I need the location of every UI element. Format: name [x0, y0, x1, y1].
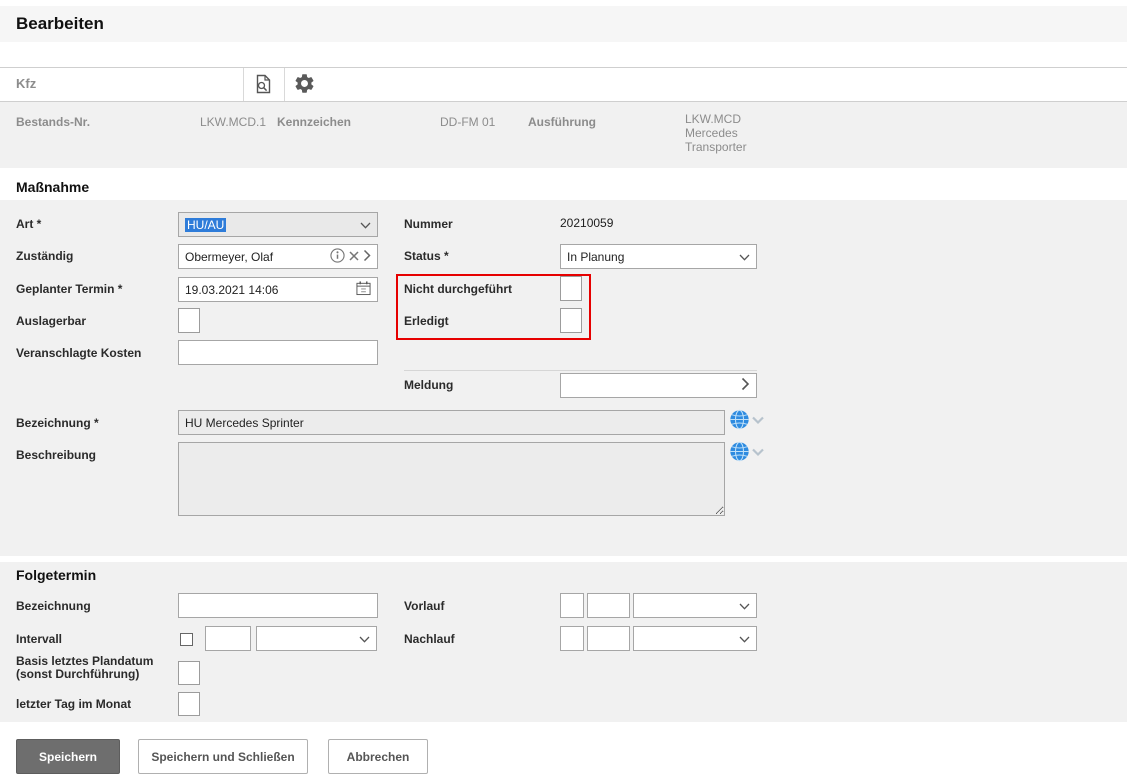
nachlauf-unit-select[interactable] [633, 626, 757, 651]
save-and-close-button[interactable]: Speichern und Schließen [138, 739, 308, 774]
dropdown-chevron-icon [739, 632, 750, 646]
edit-window: Bearbeiten Kfz Bestands-Nr. LKW.MCD.1 Ke… [0, 0, 1127, 782]
ausfuehrung-label: Ausführung [528, 115, 596, 129]
chevron-right-icon[interactable] [741, 377, 750, 394]
preview-icon [251, 72, 275, 99]
art-select[interactable]: HU/AU [178, 212, 378, 237]
nachlauf-input-2[interactable] [587, 626, 630, 651]
intervall-value-input[interactable] [205, 626, 251, 651]
gear-icon [293, 72, 316, 98]
expand-languages-button[interactable] [751, 447, 765, 459]
dropdown-chevron-icon [739, 599, 750, 613]
nummer-label: Nummer [404, 217, 453, 231]
chevron-down-icon [751, 446, 765, 460]
intervall-label: Intervall [16, 632, 62, 646]
divider [0, 67, 1127, 68]
dropdown-chevron-icon [360, 218, 371, 232]
save-button[interactable]: Speichern [16, 739, 120, 774]
zustaendig-label: Zuständig [16, 249, 73, 263]
nicht-durchgefuehrt-label: Nicht durchgeführt [404, 282, 512, 296]
vorlauf-unit-select[interactable] [633, 593, 757, 618]
toolbar-separator [284, 68, 285, 101]
basis-plandatum-checkbox[interactable] [178, 661, 200, 685]
ausfuehrung-value: LKW.MCD Mercedes Transporter [685, 112, 775, 154]
translate-button[interactable] [728, 410, 750, 432]
meldung-label: Meldung [404, 378, 453, 392]
veranschlagte-kosten-input[interactable] [178, 340, 378, 365]
vorlauf-input-2[interactable] [587, 593, 630, 618]
dropdown-chevron-icon [359, 632, 370, 646]
folge-bezeichnung-label: Bezeichnung [16, 599, 91, 613]
geplanter-termin-label: Geplanter Termin * [16, 282, 122, 296]
toolbar-separator [243, 68, 244, 101]
chevron-right-icon[interactable] [363, 249, 371, 265]
nachlauf-input-1[interactable] [560, 626, 584, 651]
letzter-tag-label: letzter Tag im Monat [16, 697, 131, 711]
veranschlagte-kosten-label: Veranschlagte Kosten [16, 346, 141, 360]
meldung-field[interactable] [560, 373, 757, 398]
intervall-checkbox[interactable] [180, 633, 193, 646]
erledigt-checkbox[interactable] [560, 308, 582, 333]
kfz-panel [0, 102, 1127, 168]
status-label: Status * [404, 249, 449, 263]
auslagerbar-label: Auslagerbar [16, 314, 86, 328]
massnahme-heading: Maßnahme [16, 179, 89, 195]
basis-plandatum-label: Basis letztes Plandatum (sonst Durchführ… [16, 655, 171, 681]
status-selected-value: In Planung [567, 250, 624, 264]
info-icon[interactable] [330, 248, 345, 266]
beschreibung-textarea[interactable] [178, 442, 725, 516]
bestands-nr-label: Bestands-Nr. [16, 115, 90, 129]
nachlauf-label: Nachlauf [404, 632, 455, 646]
beschreibung-label: Beschreibung [16, 448, 96, 462]
cancel-button[interactable]: Abbrechen [328, 739, 428, 774]
divider [404, 370, 757, 371]
bezeichnung-label: Bezeichnung * [16, 416, 99, 430]
art-label: Art * [16, 217, 41, 231]
globe-icon [729, 409, 750, 433]
folgetermin-heading: Folgetermin [16, 567, 96, 583]
zustaendig-value: Obermeyer, Olaf [185, 250, 273, 264]
kennzeichen-label: Kennzeichen [277, 115, 351, 129]
bestands-nr-value: LKW.MCD.1 [200, 115, 266, 129]
auslagerbar-checkbox[interactable] [178, 308, 200, 333]
geplanter-termin-value: 19.03.2021 14:06 [185, 283, 278, 297]
preview-button[interactable] [250, 72, 276, 98]
bezeichnung-input[interactable] [178, 410, 725, 435]
settings-button[interactable] [291, 72, 317, 98]
calendar-icon[interactable] [356, 280, 371, 299]
expand-languages-button[interactable] [751, 415, 765, 427]
nicht-durchgefuehrt-checkbox[interactable] [560, 276, 582, 301]
geplanter-termin-input[interactable]: 19.03.2021 14:06 [178, 277, 378, 302]
chevron-down-icon [751, 414, 765, 428]
art-selected-value: HU/AU [185, 218, 226, 232]
translate-button[interactable] [728, 442, 750, 464]
letzter-tag-checkbox[interactable] [178, 692, 200, 716]
globe-icon [729, 441, 750, 465]
vorlauf-input-1[interactable] [560, 593, 584, 618]
page-title: Bearbeiten [0, 14, 104, 34]
title-bar: Bearbeiten [0, 6, 1127, 42]
intervall-unit-select[interactable] [256, 626, 377, 651]
clear-icon[interactable] [349, 250, 359, 264]
zustaendig-field[interactable]: Obermeyer, Olaf [178, 244, 378, 269]
vorlauf-label: Vorlauf [404, 599, 444, 613]
nummer-value: 20210059 [560, 216, 613, 230]
kfz-section-label: Kfz [16, 76, 36, 91]
kennzeichen-value: DD-FM 01 [440, 115, 495, 129]
erledigt-label: Erledigt [404, 314, 449, 328]
folge-bezeichnung-input[interactable] [178, 593, 378, 618]
status-select[interactable]: In Planung [560, 244, 757, 269]
dropdown-chevron-icon [739, 250, 750, 264]
